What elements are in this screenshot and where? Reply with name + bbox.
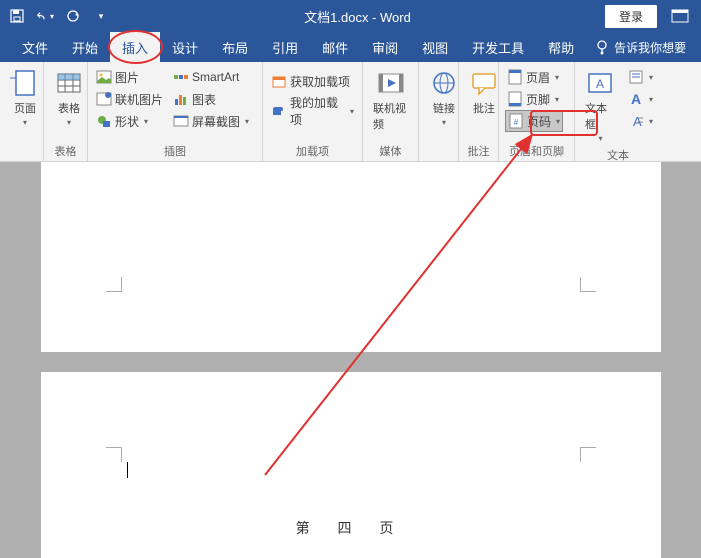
redo-icon[interactable] [64, 7, 82, 25]
table-button[interactable]: 表格 ▾ [50, 66, 88, 129]
tab-file[interactable]: 文件 [10, 32, 60, 63]
undo-icon[interactable]: ▾ [36, 7, 54, 25]
tab-mailings[interactable]: 邮件 [310, 32, 360, 63]
tab-layout[interactable]: 布局 [210, 32, 260, 63]
tell-me-search[interactable]: 告诉我你想要 [594, 39, 686, 56]
ribbon-display-icon[interactable] [667, 5, 693, 27]
get-addins-button[interactable]: 获取加载项 [269, 70, 356, 92]
tab-home[interactable]: 开始 [60, 32, 110, 63]
login-button[interactable]: 登录 [605, 5, 657, 28]
tab-help[interactable]: 帮助 [536, 32, 586, 63]
chevron-down-icon: ▾ [555, 73, 559, 82]
smartart-button[interactable]: SmartArt [171, 66, 251, 88]
tab-insert[interactable]: 插入 [110, 32, 160, 63]
qat-customize-icon[interactable]: ▾ [92, 7, 110, 25]
comment-button[interactable]: 批注 [465, 66, 503, 118]
picture-button[interactable]: 图片 [94, 66, 165, 88]
chevron-down-icon: ▾ [350, 107, 354, 116]
chevron-down-icon: ▾ [144, 117, 148, 126]
tab-view[interactable]: 视图 [410, 32, 460, 63]
svg-text:A: A [596, 77, 604, 91]
margin-corner-icon [561, 272, 581, 292]
tab-review[interactable]: 审阅 [360, 32, 410, 63]
chevron-down-icon: ▾ [556, 117, 560, 126]
my-addins-button[interactable]: 我的加载项 ▾ [269, 100, 356, 122]
page-number-button[interactable]: # 页码 ▾ [505, 110, 563, 132]
margin-corner-icon [561, 447, 581, 467]
textbox-button[interactable]: A 文本框 ▾ [581, 66, 620, 145]
quick-parts-button[interactable]: ▾ [626, 66, 655, 88]
chart-button[interactable]: 图表 [171, 88, 251, 110]
svg-text:#: # [514, 118, 519, 127]
shapes-button[interactable]: 形状 ▾ [94, 110, 165, 132]
chevron-down-icon: ▾ [555, 95, 559, 104]
wordart-button[interactable]: A▾ [626, 88, 655, 110]
online-picture-button[interactable]: 联机图片 [94, 88, 165, 110]
links-button[interactable]: 链接 ▾ [425, 66, 463, 129]
footer-button[interactable]: 页脚 ▾ [505, 88, 563, 110]
screenshot-button[interactable]: 屏幕截图 ▾ [171, 110, 251, 132]
tab-developer[interactable]: 开发工具 [460, 32, 536, 63]
online-video-button[interactable]: 联机视频 [369, 66, 412, 134]
document-title: 文档1.docx - Word [110, 7, 605, 26]
pages-button[interactable]: 页面 ▾ [6, 66, 44, 129]
margin-corner-icon [121, 272, 141, 292]
margin-corner-icon [121, 447, 141, 467]
save-icon[interactable] [8, 7, 26, 25]
document-canvas[interactable]: 第 四 页 [0, 162, 701, 558]
drop-cap-button[interactable]: A▾ [626, 110, 655, 132]
header-button[interactable]: 页眉 ▾ [505, 66, 563, 88]
chevron-down-icon: ▾ [442, 118, 446, 127]
chevron-down-icon: ▾ [245, 117, 249, 126]
page-top[interactable]: 第 四 页 [41, 372, 661, 558]
tab-design[interactable]: 设计 [160, 32, 210, 63]
text-cursor [127, 462, 128, 478]
page-footer-text: 第 四 页 [41, 518, 661, 538]
chevron-down-icon: ▾ [23, 118, 27, 127]
chevron-down-icon: ▾ [598, 134, 602, 143]
page-bottom[interactable] [41, 162, 661, 352]
svg-text:A: A [631, 91, 641, 107]
tab-references[interactable]: 引用 [260, 32, 310, 63]
chevron-down-icon: ▾ [67, 118, 71, 127]
